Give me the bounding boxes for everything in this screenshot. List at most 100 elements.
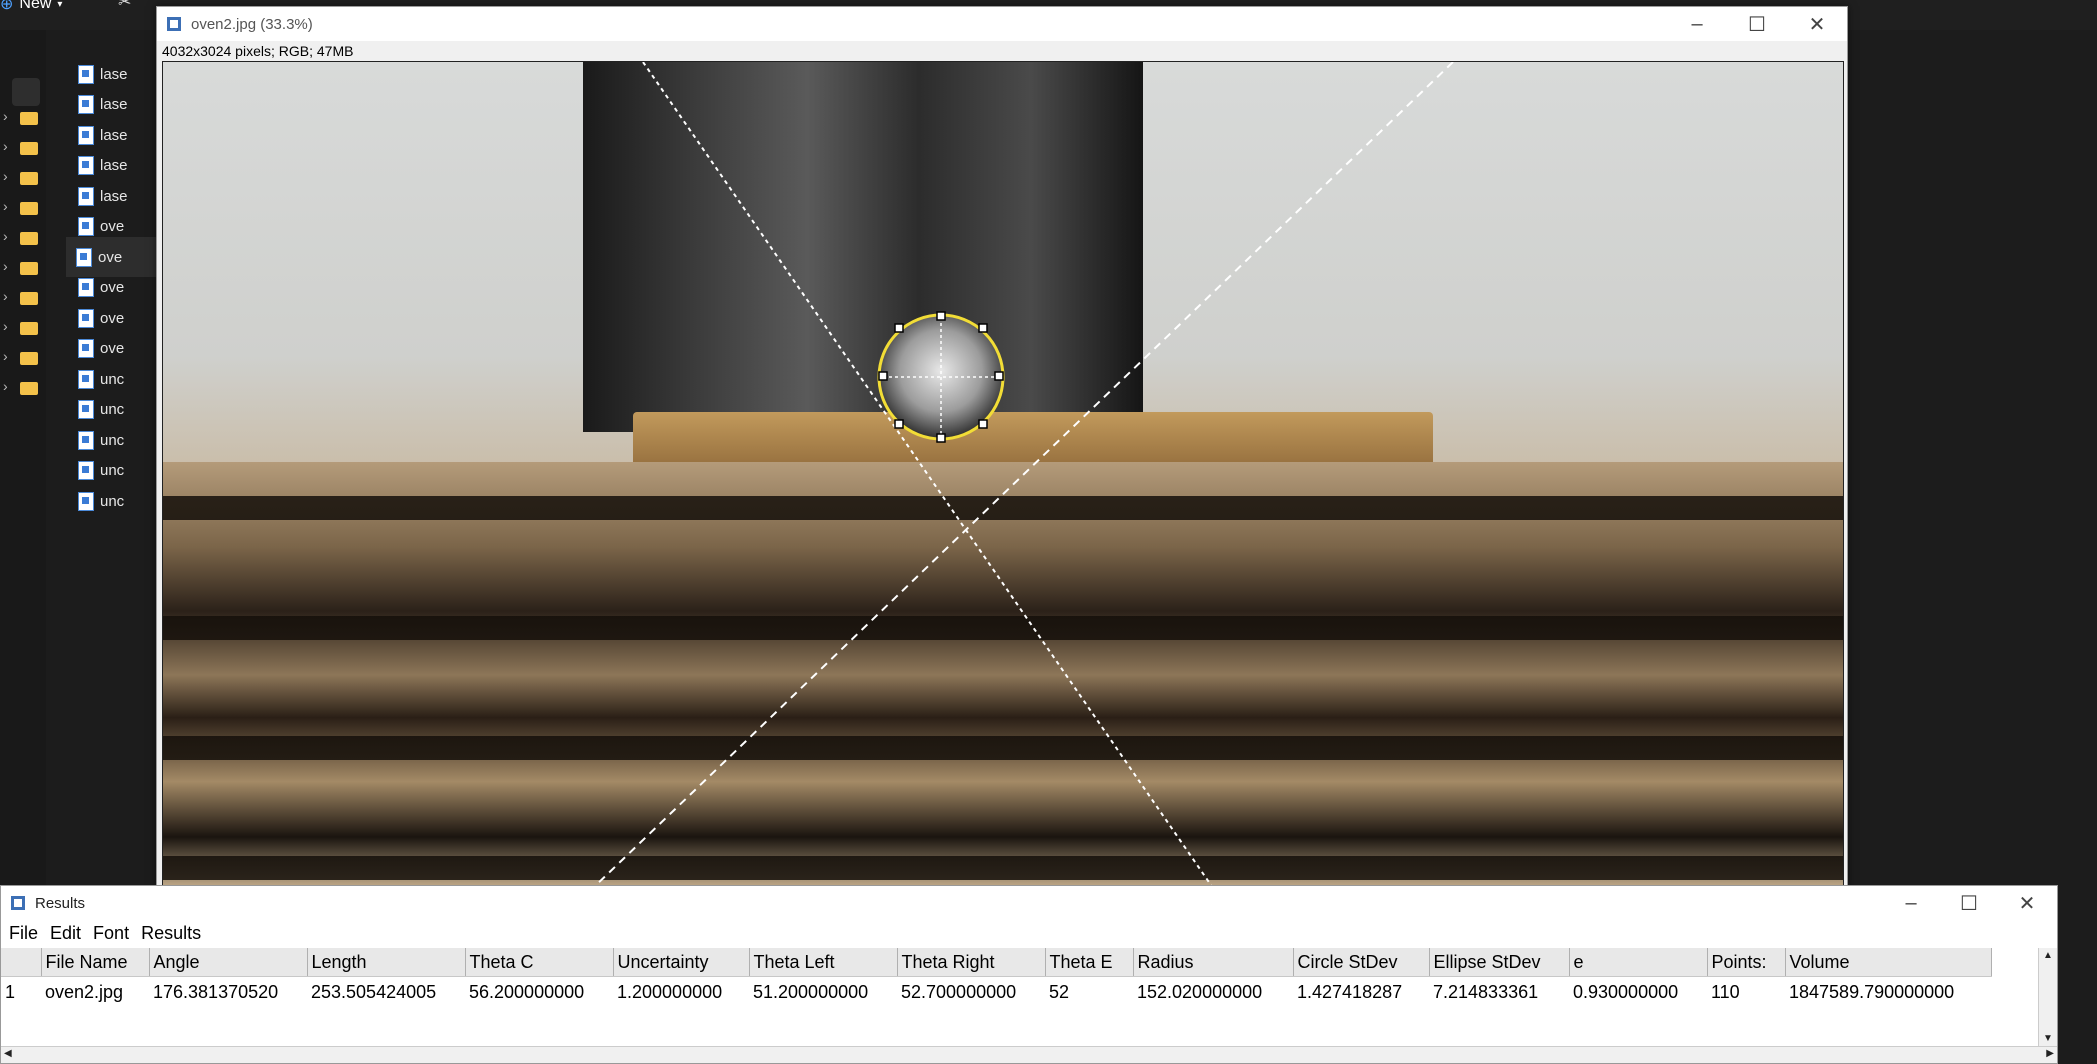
image-window-titlebar[interactable]: oven2.jpg (33.3%) – ☐ ✕ <box>157 7 1847 41</box>
menu-file[interactable]: File <box>9 923 38 944</box>
image-file-icon <box>78 491 94 511</box>
scroll-left-icon[interactable]: ◀ <box>4 1048 12 1059</box>
image-file-icon <box>78 217 94 236</box>
table-cell: 7.214833361 <box>1433 981 1539 1002</box>
chevron-right-icon[interactable]: › <box>3 258 8 274</box>
results-table-wrap: File Name Angle Length Theta C Uncertainty Th… <box>1 948 2039 1044</box>
table-cell: 56.200000000 <box>469 981 585 1002</box>
table-cell: 1.200000000 <box>617 981 723 1002</box>
chevron-down-icon: ▾ <box>57 0 63 10</box>
file-name: unc <box>100 492 125 510</box>
file-name: unc <box>100 370 125 388</box>
scroll-up-icon[interactable]: ▲ <box>2043 950 2053 961</box>
column-header[interactable]: Points: <box>1707 948 1786 977</box>
chevron-right-icon[interactable]: › <box>3 288 8 304</box>
file-name: ove <box>100 218 125 235</box>
menu-results[interactable]: Results <box>141 923 201 944</box>
column-header[interactable]: e <box>1569 948 1708 977</box>
table-cell: 0.930000000 <box>1573 981 1679 1002</box>
image-file-icon <box>78 95 94 114</box>
file-name: lase <box>100 96 128 113</box>
image-canvas[interactable] <box>162 61 1844 889</box>
column-header[interactable]: File Name <box>41 948 150 977</box>
image-file-icon <box>78 64 94 84</box>
folder-icon <box>20 142 38 155</box>
file-name: lase <box>100 65 128 83</box>
column-header[interactable] <box>1 948 42 977</box>
folder-icon <box>20 202 38 215</box>
table-cell: 1847589.790000000 <box>1789 981 1955 1002</box>
file-name: lase <box>100 157 128 174</box>
new-button[interactable]: ⊕ New ▾ <box>0 0 62 16</box>
folder-icon <box>20 262 38 275</box>
chevron-right-icon[interactable]: › <box>3 138 8 154</box>
column-header[interactable]: Theta Left <box>749 948 898 977</box>
horizontal-scrollbar[interactable]: ◀ ▶ <box>1 1046 2057 1063</box>
column-header[interactable]: Circle StDev <box>1293 948 1430 977</box>
scroll-down-icon[interactable]: ▼ <box>2043 1033 2053 1044</box>
cut-icon[interactable]: ✂ <box>118 0 131 12</box>
image-file-icon <box>78 125 94 145</box>
file-name: ove <box>100 340 125 357</box>
folder-icon <box>20 112 38 125</box>
image-file-icon <box>78 430 94 450</box>
maximize-button[interactable]: ☐ <box>1727 7 1787 41</box>
chevron-right-icon[interactable]: › <box>3 228 8 244</box>
chevron-right-icon[interactable]: › <box>3 198 8 214</box>
folder-icon <box>20 172 38 185</box>
image-file-icon <box>78 308 94 328</box>
imagej-icon <box>11 896 25 910</box>
folder-icon <box>20 382 38 395</box>
table-cell: 152.020000000 <box>1137 981 1263 1002</box>
table-cell: 52 <box>1049 981 1070 1002</box>
column-header[interactable]: Uncertainty <box>613 948 750 977</box>
file-name: unc <box>100 401 125 418</box>
table-cell: 1 <box>5 981 16 1002</box>
nav-folder-item[interactable]: › <box>0 368 46 408</box>
menu-font[interactable]: Font <box>93 923 129 944</box>
minimize-button[interactable]: – <box>1881 886 1941 920</box>
table-row[interactable]: 1 oven2.jpg 176.381370520 253.505424005 56.2… <box>1 977 1991 1008</box>
folder-icon <box>20 292 38 305</box>
close-button[interactable]: ✕ <box>1787 7 1847 41</box>
plus-icon: ⊕ <box>0 0 14 13</box>
column-header[interactable]: Volume <box>1785 948 1992 977</box>
image-file-icon <box>78 186 94 206</box>
close-button[interactable]: ✕ <box>1997 886 2057 920</box>
column-header[interactable]: Theta Right <box>897 948 1046 977</box>
baseline-right <box>592 62 1454 888</box>
results-titlebar[interactable]: Results – ☐ ✕ <box>1 886 2057 920</box>
imagej-icon <box>167 17 181 31</box>
chevron-right-icon[interactable]: › <box>3 348 8 364</box>
image-file-icon <box>78 400 94 419</box>
column-header[interactable]: Theta E <box>1045 948 1134 977</box>
minimize-button[interactable]: – <box>1667 7 1727 41</box>
scroll-right-icon[interactable]: ▶ <box>2046 1048 2054 1059</box>
vertical-scrollbar[interactable]: ▲ ▼ <box>2038 948 2057 1046</box>
image-window-title: oven2.jpg (33.3%) <box>191 15 313 33</box>
results-table[interactable]: File Name Angle Length Theta C Uncertainty Th… <box>1 948 1992 1007</box>
image-file-icon <box>78 156 94 175</box>
maximize-button[interactable]: ☐ <box>1939 886 1999 920</box>
chevron-right-icon[interactable]: › <box>3 168 8 184</box>
image-file-icon <box>78 369 94 389</box>
table-cell: 1.427418287 <box>1297 981 1403 1002</box>
file-name: lase <box>100 126 128 144</box>
image-file-icon <box>76 247 92 267</box>
table-header-row: File Name Angle Length Theta C Uncertainty Th… <box>1 948 1992 977</box>
table-cell: 176.381370520 <box>153 981 279 1002</box>
table-cell: 52.700000000 <box>901 981 1017 1002</box>
file-name: ove <box>98 248 123 266</box>
chevron-right-icon[interactable]: › <box>3 108 8 124</box>
column-header[interactable]: Radius <box>1133 948 1294 977</box>
new-label: New <box>19 0 52 12</box>
menu-edit[interactable]: Edit <box>50 923 81 944</box>
chevron-right-icon[interactable]: › <box>3 318 8 334</box>
column-header[interactable]: Length <box>307 948 466 977</box>
column-header[interactable]: Angle <box>149 948 308 977</box>
file-name: ove <box>100 279 125 296</box>
results-menubar: File Edit Font Results <box>1 920 2057 946</box>
column-header[interactable]: Ellipse StDev <box>1429 948 1570 977</box>
chevron-right-icon[interactable]: › <box>3 378 8 394</box>
column-header[interactable]: Theta C <box>465 948 614 977</box>
